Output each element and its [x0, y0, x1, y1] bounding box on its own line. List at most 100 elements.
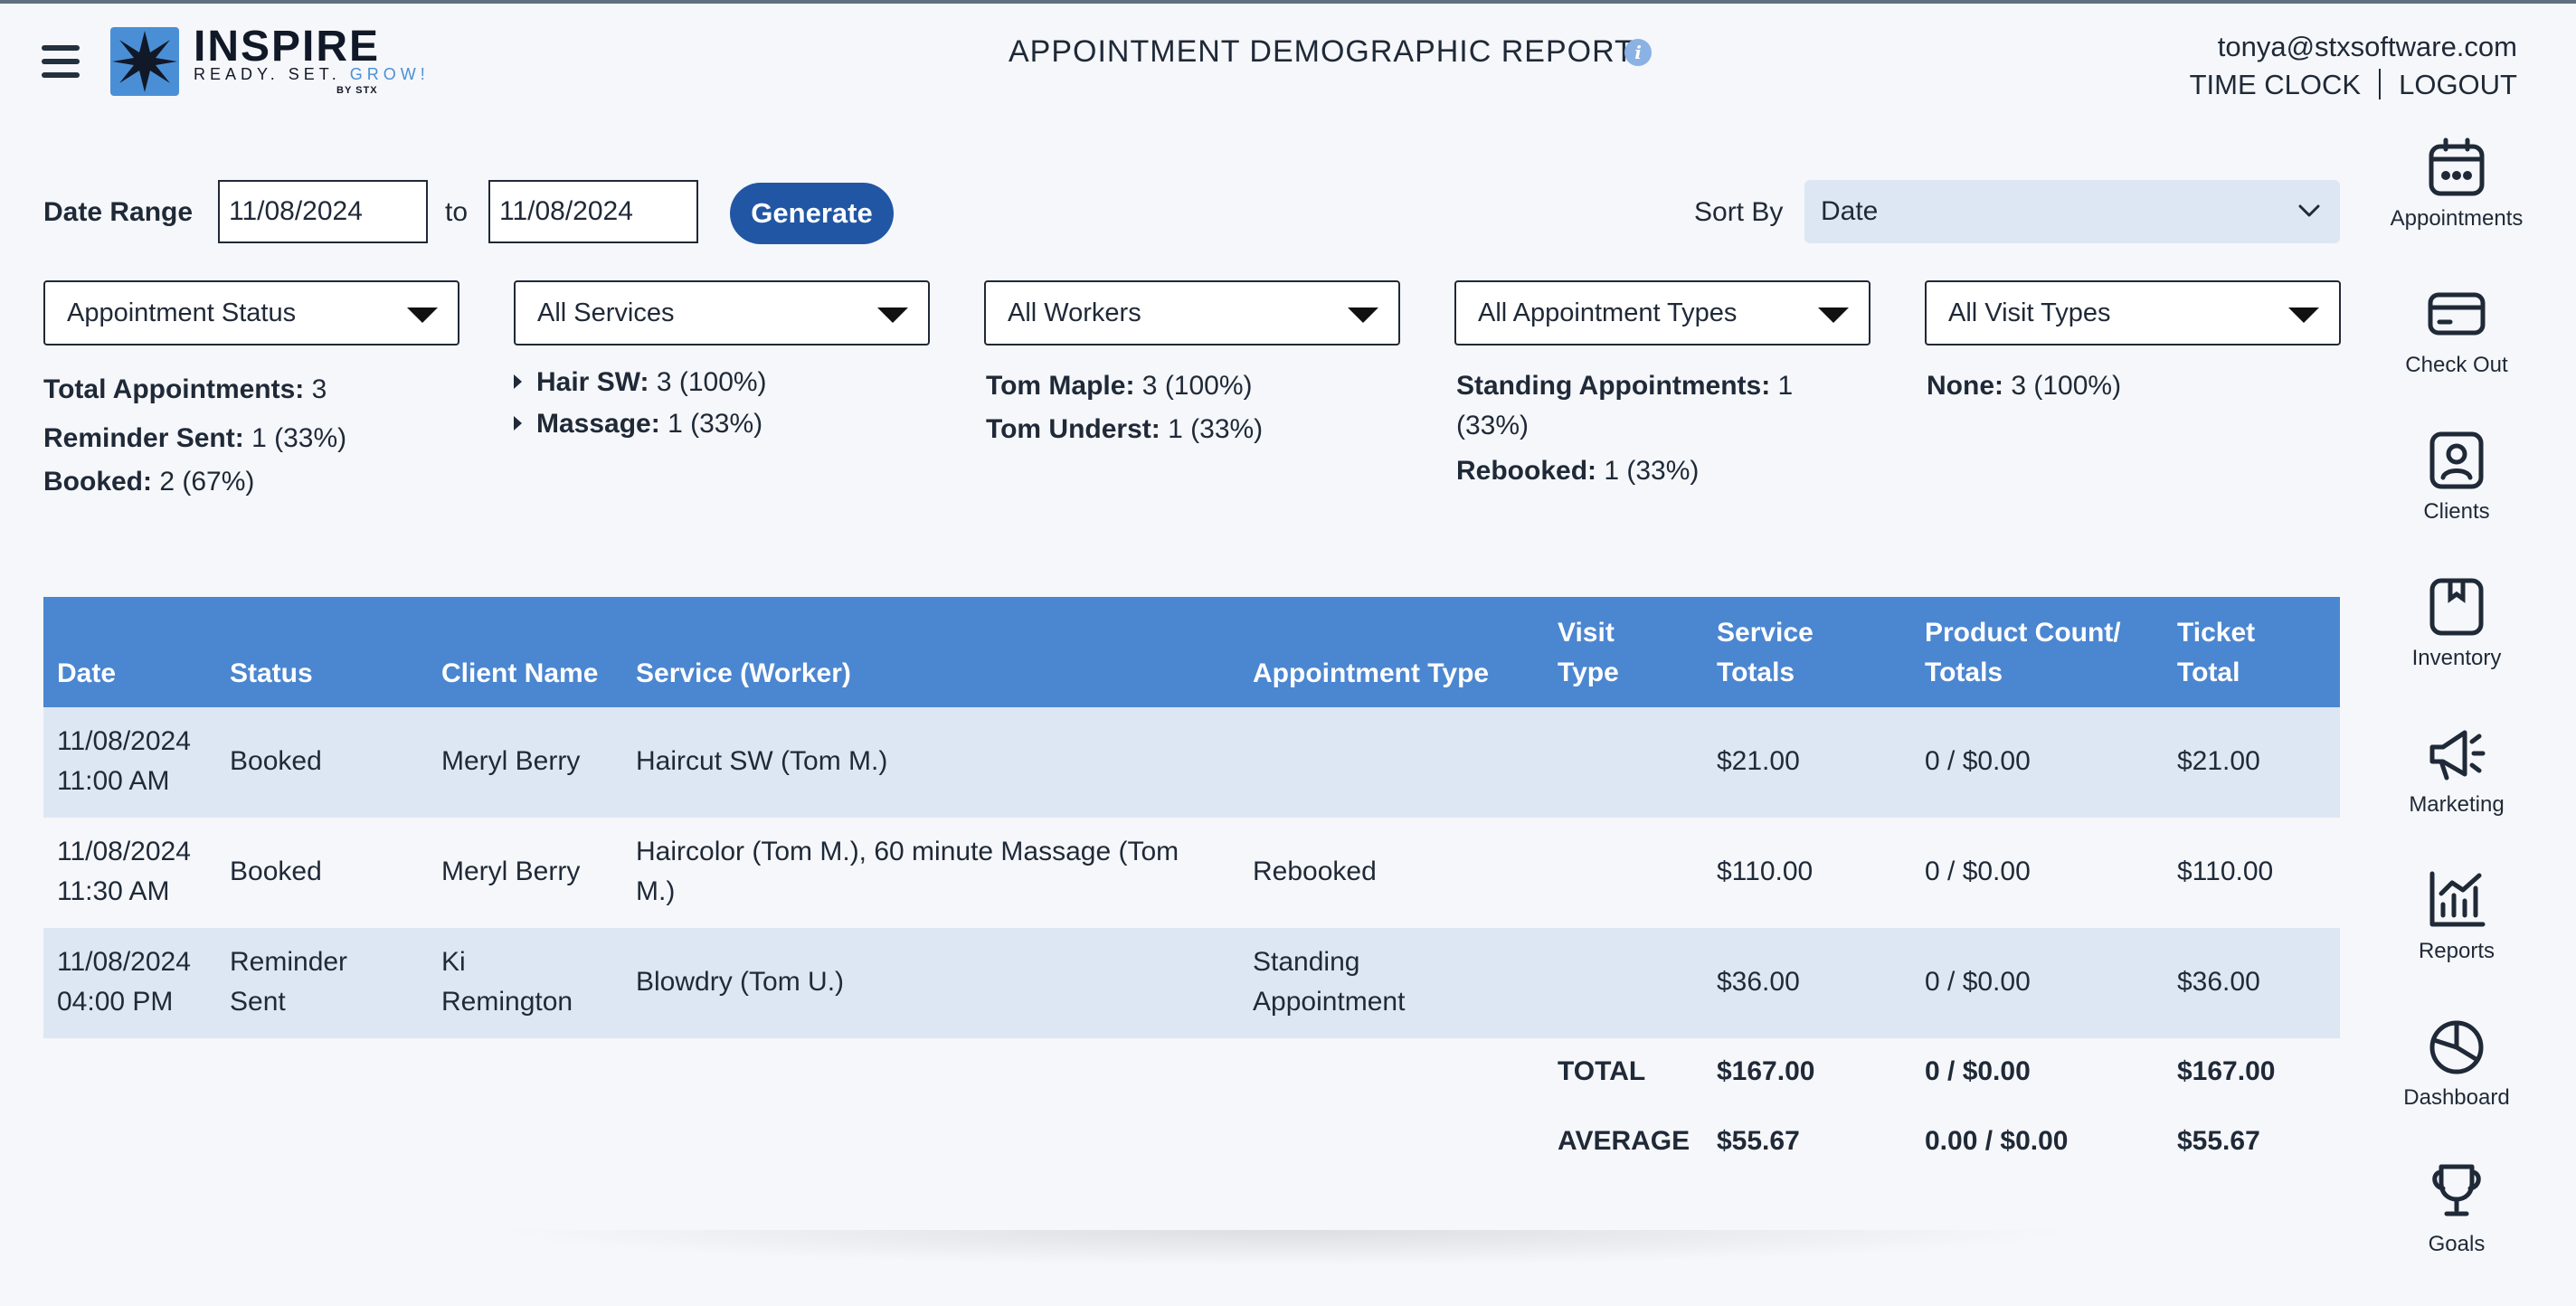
stat-booked: Booked: 2 (67%) [43, 467, 254, 497]
cell-status: Booked [230, 746, 322, 776]
cell-date: 11/08/2024 11:00 AM [57, 722, 191, 801]
col-header-service-worker[interactable]: Service (Worker) [636, 654, 851, 694]
sidebar-label-clients: Clients [2423, 499, 2490, 524]
col-header-text: Appointment Type [1253, 658, 1490, 688]
col-header-date[interactable]: Date [57, 654, 116, 694]
stat-label: None: [1927, 371, 2003, 401]
chevron-down-icon [2298, 204, 2320, 217]
average-service: $55.67 [1717, 1126, 1800, 1156]
stat-label: Booked: [43, 467, 152, 497]
stat-label: Massage: [536, 409, 660, 439]
sidebar-label-goals: Goals [2428, 1232, 2486, 1256]
cell-text: 11/08/2024 [57, 837, 191, 866]
sidebar-label-reports: Reports [2418, 939, 2496, 963]
stat-service-massage[interactable]: Massage: 1 (33%) [514, 409, 762, 440]
sidebar-item-reports[interactable]: Reports [2352, 868, 2562, 1013]
dropdown-arrow-icon [877, 308, 908, 323]
cell-product-totals: 0 / $0.00 [1925, 967, 2031, 997]
average-product: 0.00 / $0.00 [1925, 1126, 2069, 1156]
col-header-status[interactable]: Status [230, 654, 313, 694]
sidebar-label-marketing: Marketing [2409, 792, 2505, 817]
page-title: APPOINTMENT DEMOGRAPHIC REPORT [1009, 34, 1634, 69]
sidebar-item-check-out[interactable]: Check Out [2352, 282, 2562, 427]
col-header-ticket-total[interactable]: Ticket Total [2177, 613, 2255, 693]
expand-caret-icon[interactable] [514, 374, 522, 389]
stat-value: 3 (100%) [656, 367, 767, 397]
workers-dropdown[interactable]: All Workers [984, 280, 1400, 345]
brand-logo[interactable]: INSPIRE READY. SET. GROW! BY STX [110, 23, 425, 101]
expand-caret-icon[interactable] [514, 416, 522, 431]
cell-date: 11/08/2024 04:00 PM [57, 942, 191, 1022]
info-icon[interactable]: i [1624, 39, 1652, 66]
col-header-service-totals[interactable]: Service Totals [1717, 613, 1814, 693]
sidebar-item-inventory[interactable]: Inventory [2352, 575, 2562, 720]
cell-product-totals: 0 / $0.00 [1925, 856, 2031, 886]
menu-icon[interactable] [42, 45, 80, 80]
tagline-accent: GROW! [349, 65, 430, 83]
stat-label: Reminder Sent: [43, 423, 244, 453]
date-to-input[interactable] [488, 180, 698, 243]
dropdown-arrow-icon [1818, 308, 1849, 323]
cell-client-name: Meryl Berry [441, 856, 581, 886]
cell-appointment-type: Rebooked [1253, 856, 1377, 886]
user-links: TIME CLOCK LOGOUT [2190, 69, 2517, 101]
sort-by-select[interactable]: Date [1804, 180, 2340, 243]
stat-label: Hair SW: [536, 367, 649, 397]
total-ticket: $167.00 [2177, 1056, 2276, 1086]
total-product: 0 / $0.00 [1925, 1056, 2031, 1086]
logout-link[interactable]: LOGOUT [2399, 69, 2517, 100]
cell-text: Reminder [230, 947, 348, 977]
appointment-status-dropdown[interactable]: Appointment Status [43, 280, 459, 345]
cell-service-worker: Haircolor (Tom M.), 60 minute Massage (T… [636, 832, 1179, 912]
cell-service-worker: Blowdry (Tom U.) [636, 967, 845, 997]
stat-value: 3 (100%) [1141, 371, 1253, 401]
services-dropdown[interactable]: All Services [514, 280, 930, 345]
logo-mark-icon [110, 27, 179, 96]
bottom-panel-shadow [488, 1230, 2080, 1266]
col-header-visit-type[interactable]: Visit Type [1558, 613, 1619, 693]
cell-client-name: Meryl Berry [441, 746, 581, 776]
col-header-text: Client Name [441, 658, 599, 688]
visit-types-dropdown[interactable]: All Visit Types [1925, 280, 2341, 345]
sidebar-item-dashboard[interactable]: Dashboard [2352, 1015, 2562, 1159]
sidebar-item-appointments[interactable]: Appointments [2352, 136, 2562, 280]
col-header-text: Type [1558, 658, 1619, 687]
date-from-input[interactable] [218, 180, 428, 243]
stat-total-appointments: Total Appointments: 3 [43, 374, 327, 405]
stat-service-hair-sw[interactable]: Hair SW: 3 (100%) [514, 367, 767, 398]
stat-value: 1 (33%) [1168, 414, 1264, 444]
stat-value: 2 (67%) [159, 467, 255, 497]
table-row[interactable]: 11/08/2024 11:00 AM Booked Meryl Berry Ha… [43, 707, 2340, 818]
sidebar-item-clients[interactable]: Clients [2352, 429, 2562, 573]
col-header-product-count-totals[interactable]: Product Count/Totals [1925, 613, 2121, 693]
client-icon [2429, 431, 2484, 489]
cell-text: Ki [441, 947, 466, 977]
dropdown-arrow-icon [1348, 308, 1378, 323]
col-header-text: Product Count/ [1925, 618, 2121, 648]
stat-label: Tom Underst: [986, 414, 1160, 444]
cell-text: 11:30 AM [57, 876, 170, 906]
sidebar-item-marketing[interactable]: Marketing [2352, 722, 2562, 866]
appointment-types-dropdown[interactable]: All Appointment Types [1454, 280, 1870, 345]
dropdown-label: All Appointment Types [1478, 298, 1738, 327]
time-clock-link[interactable]: TIME CLOCK [2190, 69, 2361, 100]
cell-text: 11/08/2024 [57, 947, 191, 977]
cell-ticket-total: $110.00 [2177, 856, 2274, 886]
date-to-label: to [445, 197, 469, 227]
average-ticket: $55.67 [2177, 1126, 2260, 1156]
table-row[interactable]: 11/08/2024 11:30 AM Booked Meryl Berry Ha… [43, 818, 2340, 928]
col-header-client-name[interactable]: Client Name [441, 654, 598, 694]
table-header: Date Status Client Name Service (Worker)… [43, 597, 2340, 707]
cell-text: 11:00 AM [57, 766, 170, 796]
cell-ticket-total: $36.00 [2177, 967, 2260, 997]
cell-date: 11/08/2024 11:30 AM [57, 832, 191, 912]
stat-visit-none: None: 3 (100%) [1927, 371, 2121, 402]
window-top-border [0, 0, 2576, 4]
cell-service-total: $36.00 [1717, 967, 1800, 997]
stat-value: 1 (33%) [668, 409, 763, 439]
col-header-appointment-type[interactable]: Appointment Type [1253, 654, 1489, 694]
sidebar-label-check-out: Check Out [2405, 353, 2508, 377]
generate-button[interactable]: Generate [730, 183, 894, 244]
sidebar-item-goals[interactable]: Goals [2352, 1161, 2562, 1306]
table-row[interactable]: 11/08/2024 04:00 PM Reminder Sent Ki Reming… [43, 928, 2340, 1038]
